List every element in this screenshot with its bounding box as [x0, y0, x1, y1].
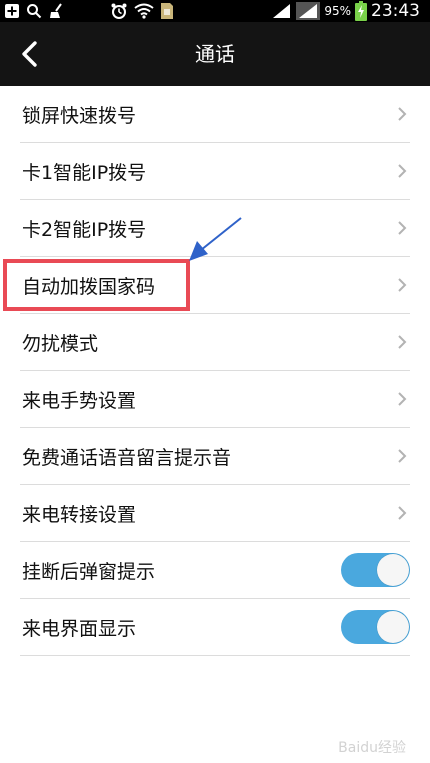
toggle-knob: [377, 611, 409, 643]
settings-item-label: 免费通话语音留言提示音: [22, 446, 232, 469]
settings-item-label: 来电转接设置: [22, 503, 137, 526]
broom-icon: [48, 3, 64, 19]
wifi-icon: [134, 3, 154, 19]
chevron-right-icon: [398, 221, 407, 235]
add-icon: [4, 3, 20, 19]
settings-item-incoming-call-display: 来电界面显示: [20, 599, 410, 656]
settings-list: 锁屏快速拨号 卡1智能IP拨号 卡2智能IP拨号 自动加拨国家码 勿扰模式 来电…: [0, 86, 430, 656]
settings-item-call-forwarding[interactable]: 来电转接设置: [20, 485, 410, 542]
status-bar: 95% 23:43: [0, 0, 430, 22]
incoming-call-display-toggle[interactable]: [341, 610, 410, 644]
settings-item-lock-screen-quick-dial[interactable]: 锁屏快速拨号: [20, 86, 410, 143]
battery-icon: [355, 1, 367, 21]
highlight-box: [3, 259, 190, 311]
search-icon: [26, 3, 42, 19]
settings-item-label: 挂断后弹窗提示: [22, 560, 156, 583]
settings-item-label: 来电界面显示: [22, 617, 137, 640]
status-bar-left-icons: [0, 2, 174, 20]
hangup-popup-toggle[interactable]: [341, 553, 410, 587]
watermark: Baidu经验: [338, 740, 406, 756]
settings-item-incoming-call-gesture[interactable]: 来电手势设置: [20, 371, 410, 428]
status-time: 23:43: [371, 1, 420, 21]
chevron-right-icon: [398, 107, 407, 121]
chevron-right-icon: [398, 164, 407, 178]
settings-item-card1-ip-dial[interactable]: 卡1智能IP拨号: [20, 143, 410, 200]
signal-icon: [272, 3, 292, 19]
signal-icon: [296, 2, 321, 20]
settings-item-label: 卡2智能IP拨号: [22, 218, 147, 241]
annotation-arrow-icon: [189, 217, 242, 261]
sim-icon: [160, 2, 174, 20]
settings-item-label: 来电手势设置: [22, 389, 137, 412]
status-bar-right: 95% 23:43: [272, 1, 430, 21]
chevron-right-icon: [398, 392, 407, 406]
page-title: 通话: [195, 42, 235, 66]
battery-percent: 95%: [324, 4, 351, 18]
settings-item-label: 勿扰模式: [22, 332, 99, 355]
toggle-knob: [377, 554, 409, 586]
chevron-right-icon: [398, 506, 407, 520]
settings-item-do-not-disturb[interactable]: 勿扰模式: [20, 314, 410, 371]
app-header: 通话: [0, 22, 430, 86]
chevron-right-icon: [398, 449, 407, 463]
settings-item-hangup-popup: 挂断后弹窗提示: [20, 542, 410, 599]
settings-item-label: 锁屏快速拨号: [22, 104, 137, 127]
chevron-right-icon: [398, 278, 407, 292]
chevron-right-icon: [398, 335, 407, 349]
settings-item-label: 卡1智能IP拨号: [22, 161, 147, 184]
settings-item-voicemail-tone[interactable]: 免费通话语音留言提示音: [20, 428, 410, 485]
alarm-icon: [110, 2, 128, 20]
